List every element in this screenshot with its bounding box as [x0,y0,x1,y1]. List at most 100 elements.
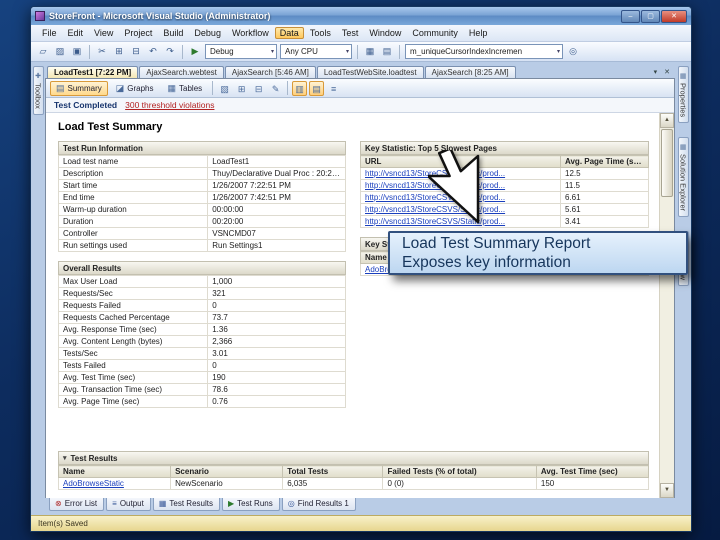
cell: 1,000 [207,275,346,288]
sidebar-tab-toolbox[interactable]: ✚ Toolbox [32,66,44,115]
table-row: Tests/Sec 3.01 [57,347,346,360]
scrollbar-track[interactable] [660,128,674,483]
table-row: http://vsncd13/StoreCSVS/Static/prod... 5… [360,203,649,216]
solution-platform-combo[interactable]: Any CPU ▾ [280,44,352,59]
minimize-button[interactable]: – [621,9,640,23]
vertical-scrollbar[interactable]: ▲ ▼ [659,113,674,498]
doc-tab-loadtestwebsite[interactable]: LoadTestWebSite.loadtest [316,66,424,78]
tab-error-list[interactable]: ⊗ Error List [49,498,105,511]
menu-help[interactable]: Help [464,27,493,39]
doc-tab-ajaxsearch-webtest[interactable]: AjaxSearch.webtest [139,66,224,78]
add-notes-icon[interactable]: ✎ [268,81,283,96]
new-item-icon[interactable]: ▱ [36,45,50,59]
column-header-name[interactable]: Name [57,465,172,478]
undo-icon[interactable]: ↶ [146,45,160,59]
collapse-all-icon[interactable]: ⊟ [251,81,266,96]
scrollbar-thumb[interactable] [661,129,673,197]
threshold-violations-link[interactable]: 300 threshold violations [125,100,214,110]
sidebar-tab-solution-explorer[interactable]: ▦ Solution Explorer [677,137,689,218]
standard-toolbar: ▱ ▨ ▣ ✂ ⊞ ⊟ ↶ ↷ ▶ Debug ▾ Any CPU ▾ ▦ ▤ … [31,42,691,62]
column-header-failed-tests[interactable]: Failed Tests (% of total) [382,465,537,478]
cell: Run Settings1 [207,239,346,252]
doc-tab-ajaxsearch-825[interactable]: AjaxSearch [8:25 AM] [424,66,516,78]
callout-line-1: Load Test Summary Report [402,235,591,252]
menu-file[interactable]: File [37,27,62,39]
open-file-icon[interactable]: ▨ [53,45,67,59]
cell: Description [57,167,209,180]
tab-label: Error List [64,499,98,508]
column-header-avg-page-time[interactable]: Avg. Page Time (sec) [560,155,649,168]
solution-explorer-icon: ▦ [679,144,687,152]
sidebar-tab-properties[interactable]: ▦ Properties [677,66,689,124]
window-title: StoreFront - Microsoft Visual Studio (Ad… [49,11,271,21]
find-icon[interactable]: ◎ [566,45,580,59]
tab-label: Find Results 1 [297,499,349,508]
cell: Avg. Response Time (sec) [57,323,209,336]
summary-content: Load Test Summary Test Run Information L… [46,113,659,498]
paste-icon[interactable]: ⊟ [129,45,143,59]
section-header-test-results[interactable]: ▾ Test Results [58,451,649,465]
section-header-slowest-pages[interactable]: Key Statistic: Top 5 Slowest Pages [360,141,649,155]
window-titlebar[interactable]: StoreFront - Microsoft Visual Studio (Ad… [31,7,691,25]
column-header-avg-test-time[interactable]: Avg. Test Time (sec) [535,465,650,478]
column-header-scenario[interactable]: Scenario [170,465,284,478]
cut-icon[interactable]: ✂ [95,45,109,59]
link-cell[interactable]: AdoBrowseStatic [57,477,172,490]
bottom-tool-tabs: ⊗ Error List ≡ Output ▦ Test Results ▶ T… [45,498,675,515]
scroll-down-icon[interactable]: ▼ [660,483,674,498]
cell: NewScenario [170,477,284,490]
solution-explorer-icon[interactable]: ▦ [363,45,377,59]
close-document-icon[interactable]: ✕ [661,68,673,78]
maximize-button[interactable]: ▢ [641,9,660,23]
cell: Avg. Content Length (bytes) [57,335,209,348]
doc-tab-ajaxsearch-546[interactable]: AjaxSearch [5:46 AM] [224,66,316,78]
section-header-test-run-info[interactable]: Test Run Information [58,141,346,155]
copy-icon[interactable]: ⊞ [112,45,126,59]
menu-workflow[interactable]: Workflow [227,27,274,39]
solution-configuration-combo[interactable]: Debug ▾ [205,44,277,59]
tab-test-runs[interactable]: ▶ Test Runs [221,498,280,511]
show-counters-panel-icon[interactable]: ▥ [292,80,308,96]
menu-project[interactable]: Project [119,27,157,39]
menu-window[interactable]: Window [364,27,406,39]
table-row: Duration 00:20:00 [57,215,346,228]
page-title: Load Test Summary [58,121,163,133]
start-debug-icon[interactable]: ▶ [188,45,202,59]
tab-find-results[interactable]: ◎ Find Results 1 [281,498,356,511]
find-combo[interactable]: m_uniqueCursorIndexIncremen ▾ [405,44,563,59]
scroll-up-icon[interactable]: ▲ [660,113,674,128]
cell: 0.76 [207,395,346,408]
menu-edit[interactable]: Edit [63,27,89,39]
overall-results-table: Max User Load 1,000 Requests/Sec 321 Request… [57,275,346,408]
menu-view[interactable]: View [89,27,118,39]
tab-output[interactable]: ≡ Output [106,498,151,511]
doc-tab-loadtest1[interactable]: LoadTest1 [7:22 PM] [47,66,139,78]
graphs-icon: ◪ [115,82,125,93]
section-title: Overall Results [63,263,122,273]
properties-window-icon[interactable]: ▤ [380,45,394,59]
summary-content-wrap: Load Test Summary Test Run Information L… [46,113,674,498]
export-excel-icon[interactable]: ▧ [217,81,232,96]
column-header-total-tests[interactable]: Total Tests [282,465,384,478]
graphs-view-button[interactable]: ◪ Graphs [110,81,160,96]
tables-view-button[interactable]: ▦ Tables [162,81,209,96]
save-icon[interactable]: ▣ [70,45,84,59]
menu-build[interactable]: Build [158,27,188,39]
redo-icon[interactable]: ↷ [163,45,177,59]
menu-test[interactable]: Test [337,27,364,39]
summary-button-label: Summary [67,83,102,93]
menu-tools[interactable]: Tools [305,27,336,39]
section-header-overall-results[interactable]: Overall Results [58,261,346,275]
menu-community[interactable]: Community [407,27,463,39]
show-legend-icon[interactable]: ≡ [326,81,341,96]
tab-list-dropdown-icon[interactable]: ▾ [651,68,661,78]
table-row: http://vsncd13/StoreCSVS/Static/prod... 1… [360,179,649,192]
show-overview-panel-icon[interactable]: ▤ [309,80,325,96]
close-button[interactable]: ✕ [661,9,687,23]
menu-debug[interactable]: Debug [189,27,226,39]
expand-all-icon[interactable]: ⊞ [234,81,249,96]
tab-test-results[interactable]: ▦ Test Results [152,498,220,511]
menu-data[interactable]: Data [274,27,304,39]
cell: VSNCMD07 [207,227,346,240]
summary-view-button[interactable]: ▤ Summary [50,80,108,96]
